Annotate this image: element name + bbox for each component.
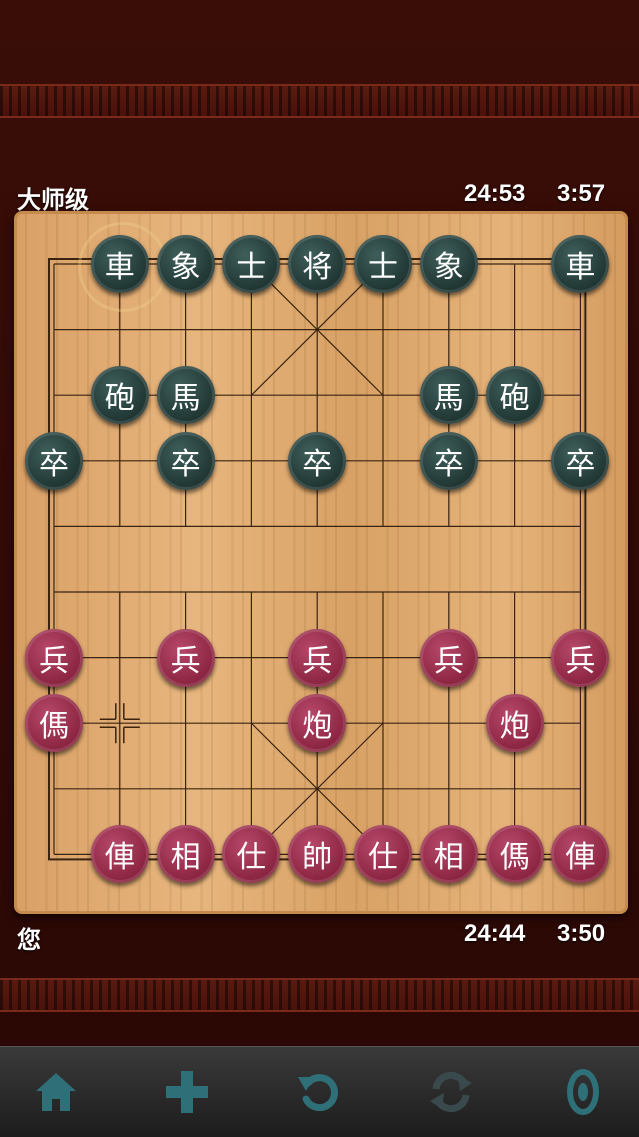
sound-icon bbox=[567, 1069, 599, 1115]
black-piece[interactable]: 将 bbox=[288, 235, 347, 293]
decorative-band-bottom bbox=[0, 978, 639, 1012]
red-piece[interactable]: 兵 bbox=[25, 628, 83, 687]
home-button[interactable] bbox=[29, 1065, 83, 1119]
black-piece[interactable]: 砲 bbox=[90, 366, 149, 425]
red-piece[interactable]: 兵 bbox=[288, 628, 347, 687]
black-piece[interactable]: 車 bbox=[551, 235, 610, 293]
black-piece[interactable]: 卒 bbox=[288, 431, 347, 490]
swap-button[interactable] bbox=[424, 1065, 478, 1119]
red-piece[interactable]: 炮 bbox=[288, 694, 347, 753]
red-piece[interactable]: 俥 bbox=[90, 825, 149, 884]
black-piece[interactable]: 砲 bbox=[485, 366, 544, 425]
bottom-toolbar bbox=[0, 1046, 639, 1137]
black-piece[interactable]: 馬 bbox=[156, 366, 215, 425]
red-piece[interactable]: 傌 bbox=[25, 694, 83, 753]
black-piece[interactable]: 象 bbox=[419, 235, 478, 293]
undo-icon bbox=[298, 1074, 338, 1112]
xiangqi-board[interactable]: 車象士将士象車砲馬馬砲卒卒卒卒卒兵兵兵兵兵傌炮炮俥相仕帥仕相傌俥 bbox=[14, 211, 628, 914]
opponent-total-clock: 24:53 bbox=[464, 180, 526, 207]
swap-icon bbox=[430, 1071, 472, 1113]
black-piece[interactable]: 車 bbox=[90, 235, 149, 293]
red-piece[interactable]: 兵 bbox=[551, 628, 610, 687]
plus-icon bbox=[166, 1071, 208, 1113]
black-piece[interactable]: 卒 bbox=[156, 431, 215, 490]
opponent-move-clock: 3:57 bbox=[557, 180, 606, 207]
opponent-name: 大师级 bbox=[17, 186, 89, 214]
black-piece[interactable]: 象 bbox=[156, 235, 215, 293]
player-move-clock: 3:50 bbox=[557, 920, 606, 947]
red-piece[interactable]: 兵 bbox=[156, 628, 215, 687]
home-icon bbox=[36, 1073, 76, 1111]
red-piece[interactable]: 兵 bbox=[419, 628, 478, 687]
decorative-band-top bbox=[0, 84, 639, 118]
board-grid bbox=[48, 258, 587, 861]
red-piece[interactable]: 仕 bbox=[354, 825, 412, 884]
red-piece[interactable]: 傌 bbox=[485, 825, 544, 884]
red-piece[interactable]: 炮 bbox=[485, 694, 544, 753]
black-piece[interactable]: 馬 bbox=[419, 366, 478, 425]
red-piece[interactable]: 相 bbox=[419, 825, 478, 884]
black-piece[interactable]: 卒 bbox=[25, 431, 83, 490]
sound-button[interactable] bbox=[556, 1065, 610, 1119]
black-piece[interactable]: 卒 bbox=[419, 431, 478, 490]
black-piece[interactable]: 士 bbox=[354, 235, 412, 293]
player-name: 您 bbox=[17, 926, 41, 954]
new-game-button[interactable] bbox=[160, 1065, 214, 1119]
red-piece[interactable]: 相 bbox=[156, 825, 215, 884]
player-total-clock: 24:44 bbox=[464, 920, 526, 947]
black-piece[interactable]: 卒 bbox=[551, 431, 610, 490]
black-piece[interactable]: 士 bbox=[222, 235, 281, 293]
undo-button[interactable] bbox=[292, 1065, 346, 1119]
